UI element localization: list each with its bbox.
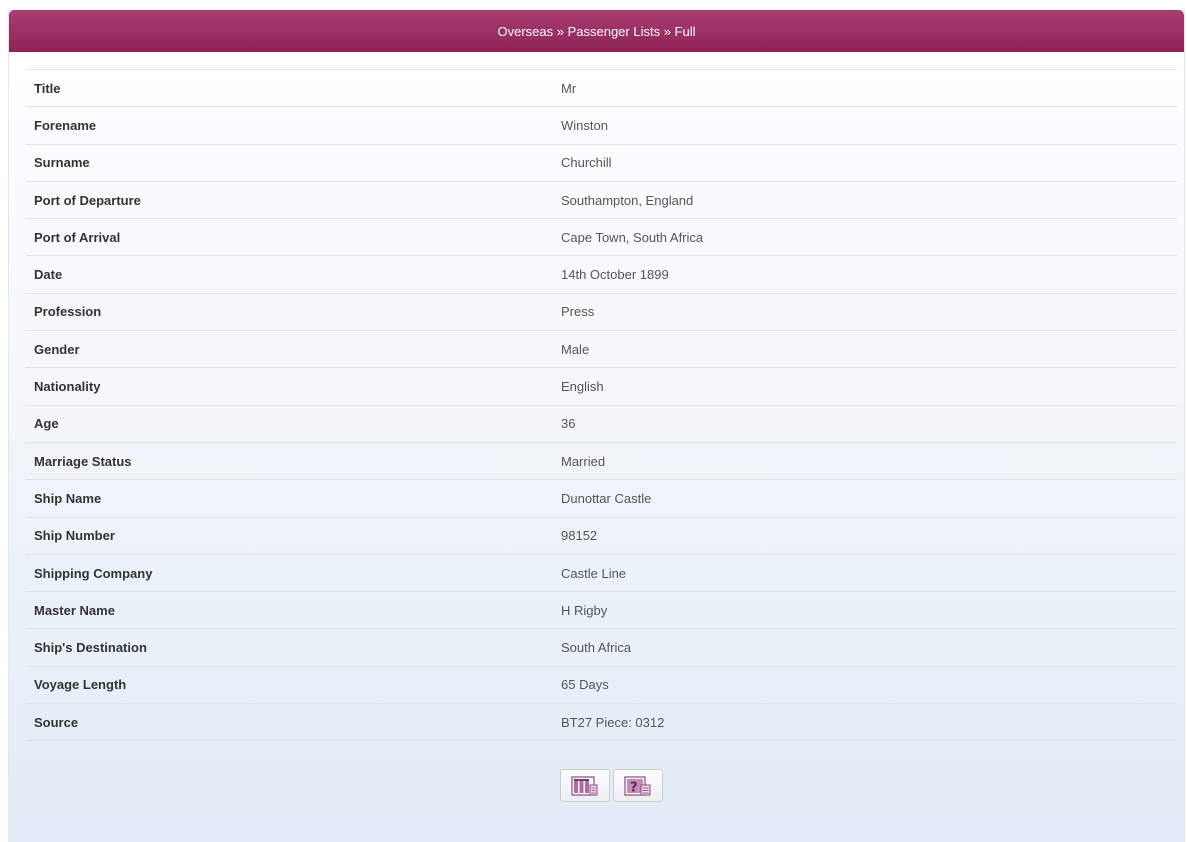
field-value: 65 Days	[561, 677, 609, 693]
field-value: Married	[561, 453, 606, 469]
field-value: Mr	[561, 80, 577, 96]
record-row-port-of-arrival: Port of Arrival Cape Town, South Africa	[26, 219, 1177, 257]
field-value: Dunottar Castle	[561, 490, 652, 506]
field-label: Gender	[34, 341, 80, 357]
field-value: 36	[561, 416, 576, 432]
record-row-profession: Profession Press	[26, 294, 1177, 332]
field-label: Marriage Status	[34, 453, 132, 469]
record-row-date: Date 14th October 1899	[26, 256, 1177, 294]
field-label: Profession	[34, 304, 102, 320]
record-row-ships-destination: Ship's Destination South Africa	[26, 629, 1177, 667]
record-table: Title Mr Forename Winston Surname Church…	[26, 69, 1177, 742]
field-label: Master Name	[34, 602, 115, 618]
record-row-ship-name: Ship Name Dunottar Castle	[26, 480, 1177, 518]
field-label: Source	[34, 714, 79, 730]
record-row-shipping-company: Shipping Company Castle Line	[26, 555, 1177, 593]
field-value: Press	[561, 304, 595, 320]
record-panel: Overseas » Passenger Lists » Full Title …	[8, 10, 1185, 842]
document-columns-icon	[571, 775, 598, 796]
record-row-master-name: Master Name H Rigby	[26, 592, 1177, 630]
record-row-gender: Gender Male	[26, 331, 1177, 369]
field-value: 14th October 1899	[561, 267, 669, 283]
field-label: Ship Number	[34, 528, 115, 544]
field-label: Shipping Company	[34, 565, 153, 581]
view-original-button[interactable]	[560, 769, 610, 802]
field-label: Port of Arrival	[34, 229, 121, 245]
field-label: Ship's Destination	[34, 640, 147, 656]
breadcrumb: Overseas » Passenger Lists » Full	[497, 23, 696, 39]
field-label: Voyage Length	[34, 677, 127, 693]
field-value: Castle Line	[561, 565, 627, 581]
record-row-source: Source BT27 Piece: 0312	[26, 704, 1177, 742]
field-label: Port of Departure	[34, 192, 141, 208]
record-row-age: Age 36	[26, 406, 1177, 443]
svg-text:?: ?	[630, 780, 638, 795]
record-row-port-of-departure: Port of Departure Southampton, England	[26, 182, 1177, 220]
record-row-title: Title Mr	[26, 70, 1177, 108]
field-label: Title	[34, 80, 61, 96]
field-value: 98152	[561, 528, 598, 544]
field-value: BT27 Piece: 0312	[561, 714, 665, 730]
field-value: South Africa	[561, 640, 632, 656]
field-value: English	[561, 379, 604, 395]
field-label: Date	[34, 267, 63, 283]
help-document-icon: ?	[624, 775, 651, 796]
field-value: Churchill	[561, 155, 612, 171]
help-button[interactable]: ?	[613, 769, 663, 802]
field-value: H Rigby	[561, 602, 608, 618]
record-row-surname: Surname Churchill	[26, 145, 1177, 182]
field-value: Cape Town, South Africa	[561, 229, 704, 245]
record-row-forename: Forename Winston	[26, 107, 1177, 145]
record-row-marriage-status: Marriage Status Married	[26, 443, 1177, 481]
field-label: Surname	[34, 155, 90, 171]
field-value: Southampton, England	[561, 192, 694, 208]
record-row-ship-number: Ship Number 98152	[26, 518, 1177, 555]
field-label: Nationality	[34, 379, 101, 395]
breadcrumb-header: Overseas » Passenger Lists » Full	[9, 10, 1184, 52]
record-row-nationality: Nationality English	[26, 368, 1177, 406]
field-value: Male	[561, 341, 590, 357]
field-label: Age	[34, 416, 59, 432]
field-label: Ship Name	[34, 490, 102, 506]
record-row-voyage-length: Voyage Length 65 Days	[26, 667, 1177, 705]
record-actions: ?	[560, 769, 663, 802]
field-value: Winston	[561, 117, 608, 133]
field-label: Forename	[34, 117, 97, 133]
